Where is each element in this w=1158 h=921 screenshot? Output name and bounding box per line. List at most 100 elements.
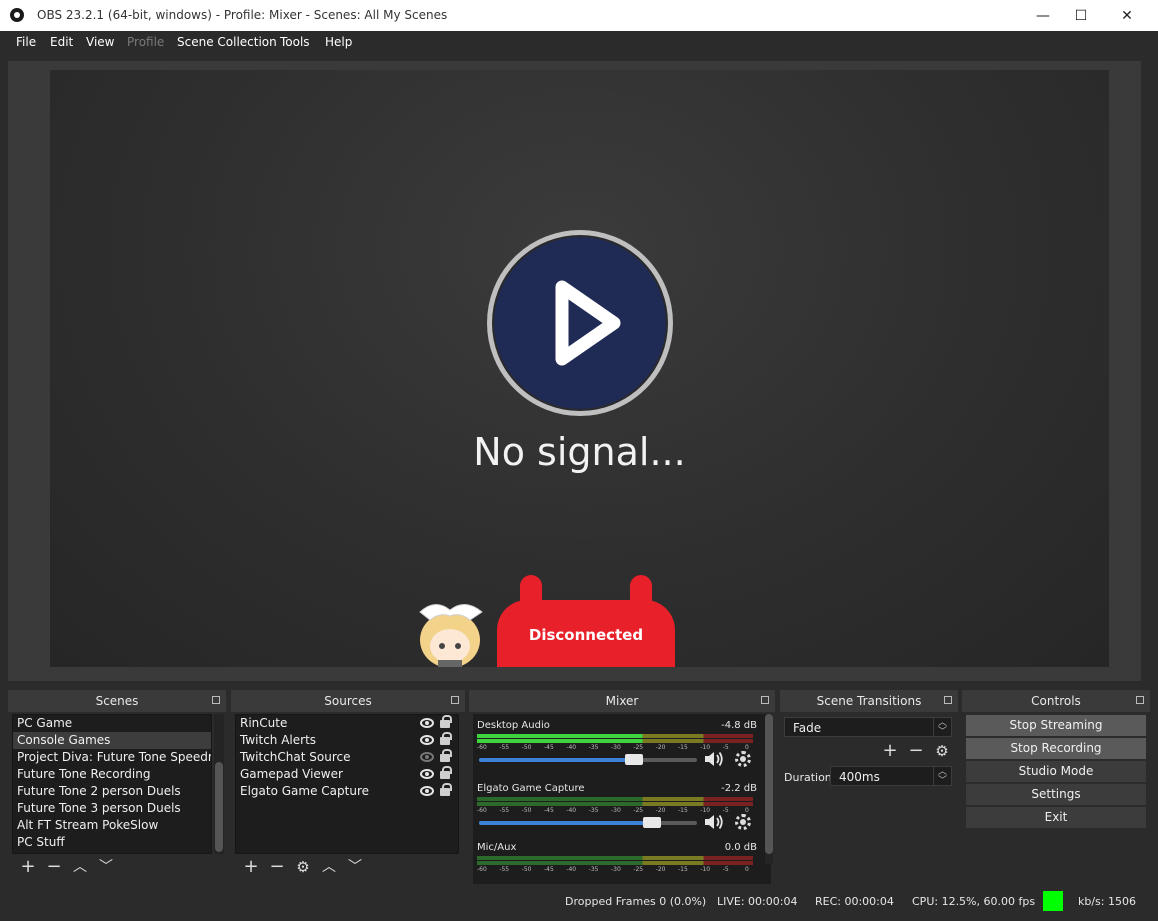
- scenes-list[interactable]: PC Game Console Games Project Diva: Futu…: [12, 714, 212, 854]
- duration-input[interactable]: 400ms ︿ ﹀: [830, 766, 952, 786]
- meter-tick-label: -35: [588, 866, 599, 873]
- menu-profile[interactable]: Profile: [127, 35, 164, 49]
- move-down-button[interactable]: ﹀: [345, 857, 365, 877]
- visibility-eye-hidden-icon[interactable]: [420, 752, 434, 762]
- close-button[interactable]: ✕: [1104, 0, 1150, 31]
- live-timer: LIVE: 00:00:04: [717, 895, 798, 908]
- mixer-scrollbar[interactable]: [765, 714, 773, 864]
- remove-transition-button[interactable]: −: [906, 741, 926, 761]
- scene-item[interactable]: Future Tone 2 person Duels: [13, 783, 211, 800]
- meter-tick-label: -30: [611, 807, 621, 814]
- source-item[interactable]: TwitchChat Source: [236, 749, 458, 766]
- meter-tick-label: -50: [521, 744, 532, 751]
- stop-streaming-button[interactable]: Stop Streaming: [966, 715, 1146, 736]
- add-scene-button[interactable]: +: [18, 857, 38, 877]
- float-dock-icon[interactable]: [944, 696, 952, 704]
- scene-item[interactable]: Alt FT Stream PokeSlow: [13, 817, 211, 834]
- transitions-title: Scene Transitions: [816, 694, 922, 708]
- meter-tick-label: 0: [745, 807, 749, 814]
- lock-icon[interactable]: [440, 766, 452, 779]
- source-item[interactable]: RinCute: [236, 715, 458, 732]
- float-dock-icon[interactable]: [212, 696, 220, 704]
- meter-tick-label: -25: [633, 866, 644, 873]
- menu-edit[interactable]: Edit: [50, 35, 73, 49]
- scene-item[interactable]: PC Game: [13, 715, 211, 732]
- move-down-button[interactable]: ﹀: [96, 857, 116, 877]
- transition-properties-gear-icon[interactable]: ⚙: [932, 741, 952, 761]
- visibility-eye-icon[interactable]: [420, 786, 434, 796]
- window-title: OBS 23.2.1 (64-bit, windows) - Profile: …: [37, 8, 448, 22]
- source-name: Gamepad Viewer: [240, 767, 343, 781]
- speaker-icon[interactable]: [703, 750, 725, 768]
- meter-tick-label: -40: [566, 807, 577, 814]
- channel-settings-gear-icon[interactable]: [735, 751, 751, 767]
- scene-item-selected[interactable]: Console Games: [13, 732, 211, 749]
- menu-view[interactable]: View: [86, 35, 114, 49]
- lock-icon[interactable]: [440, 783, 452, 796]
- scroll-thumb[interactable]: [765, 714, 773, 854]
- mixer-channel-desktop-audio: Desktop Audio -4.8 dB -60 -55 -50 -45 -40 -35…: [477, 720, 757, 780]
- float-dock-icon[interactable]: [1136, 696, 1144, 704]
- exit-button[interactable]: Exit: [966, 807, 1146, 828]
- move-up-button[interactable]: ︿: [70, 857, 90, 877]
- lock-icon[interactable]: [440, 749, 452, 762]
- transition-dropdown-chevron-icon[interactable]: ︿ ﹀: [933, 718, 951, 737]
- scenes-toolbar: + − ︿ ﹀: [12, 854, 116, 880]
- float-dock-icon[interactable]: [451, 696, 459, 704]
- audio-meter: [477, 734, 753, 738]
- remove-scene-button[interactable]: −: [44, 857, 64, 877]
- channel-settings-gear-icon[interactable]: [735, 814, 751, 830]
- meter-tick-label: -60: [477, 807, 487, 814]
- menu-file[interactable]: File: [16, 35, 36, 49]
- meter-tick-label: -50: [521, 866, 532, 873]
- add-transition-button[interactable]: +: [880, 741, 900, 761]
- scroll-thumb[interactable]: [215, 762, 223, 852]
- disconnected-label: Disconnected: [528, 626, 644, 644]
- play-icon: [487, 230, 673, 416]
- scenes-dock: Scenes PC Game Console Games Project Div…: [8, 690, 226, 884]
- source-properties-gear-icon[interactable]: ⚙: [293, 857, 313, 877]
- menu-scene-collection[interactable]: Scene Collection: [177, 35, 277, 49]
- menu-help[interactable]: Help: [325, 35, 352, 49]
- visibility-eye-icon[interactable]: [420, 735, 434, 745]
- studio-mode-button[interactable]: Studio Mode: [966, 761, 1146, 782]
- stop-recording-button[interactable]: Stop Recording: [966, 738, 1146, 759]
- volume-slider[interactable]: [479, 754, 697, 765]
- visibility-eye-icon[interactable]: [420, 769, 434, 779]
- float-dock-icon[interactable]: [761, 696, 769, 704]
- duration-stepper[interactable]: ︿ ﹀: [933, 767, 951, 786]
- meter-tick-label: -55: [499, 866, 510, 873]
- meter-tick-label: -10: [700, 866, 711, 873]
- move-up-button[interactable]: ︿: [319, 857, 339, 877]
- scene-item[interactable]: PC Stuff: [13, 834, 211, 851]
- source-item[interactable]: Gamepad Viewer: [236, 766, 458, 783]
- volume-thumb[interactable]: [625, 754, 643, 765]
- source-item[interactable]: Twitch Alerts: [236, 732, 458, 749]
- remove-source-button[interactable]: −: [267, 857, 287, 877]
- scene-item[interactable]: Project Diva: Future Tone Speedruns: [13, 749, 211, 766]
- meter-tick-label: -20: [655, 807, 666, 814]
- speaker-icon[interactable]: [703, 813, 725, 831]
- meter-tick-label: -20: [655, 866, 666, 873]
- preview-canvas[interactable]: No signal... Disconnected: [50, 70, 1109, 667]
- lock-icon[interactable]: [440, 715, 452, 728]
- settings-button[interactable]: Settings: [966, 784, 1146, 805]
- duration-label: Duration: [784, 771, 832, 784]
- mixer-panel: Desktop Audio -4.8 dB -60 -55 -50 -45 -40 -35…: [473, 714, 771, 884]
- obs-logo-icon: [10, 8, 24, 22]
- menu-tools[interactable]: Tools: [280, 35, 310, 49]
- add-source-button[interactable]: +: [241, 857, 261, 877]
- volume-slider[interactable]: [479, 817, 697, 828]
- scene-item[interactable]: Future Tone 3 person Duels: [13, 800, 211, 817]
- sources-list[interactable]: RinCute Twitch Alerts TwitchChat Source …: [235, 714, 459, 854]
- maximize-button[interactable]: ☐: [1058, 0, 1104, 31]
- visibility-eye-icon[interactable]: [420, 718, 434, 728]
- scenes-scrollbar[interactable]: [214, 714, 224, 854]
- transition-select[interactable]: Fade ︿ ﹀: [784, 717, 952, 737]
- meter-tick-label: -55: [499, 807, 510, 814]
- meter-tick-label: -40: [566, 744, 577, 751]
- volume-thumb[interactable]: [643, 817, 661, 828]
- scene-item[interactable]: Future Tone Recording: [13, 766, 211, 783]
- source-item[interactable]: Elgato Game Capture: [236, 783, 458, 800]
- lock-icon[interactable]: [440, 732, 452, 745]
